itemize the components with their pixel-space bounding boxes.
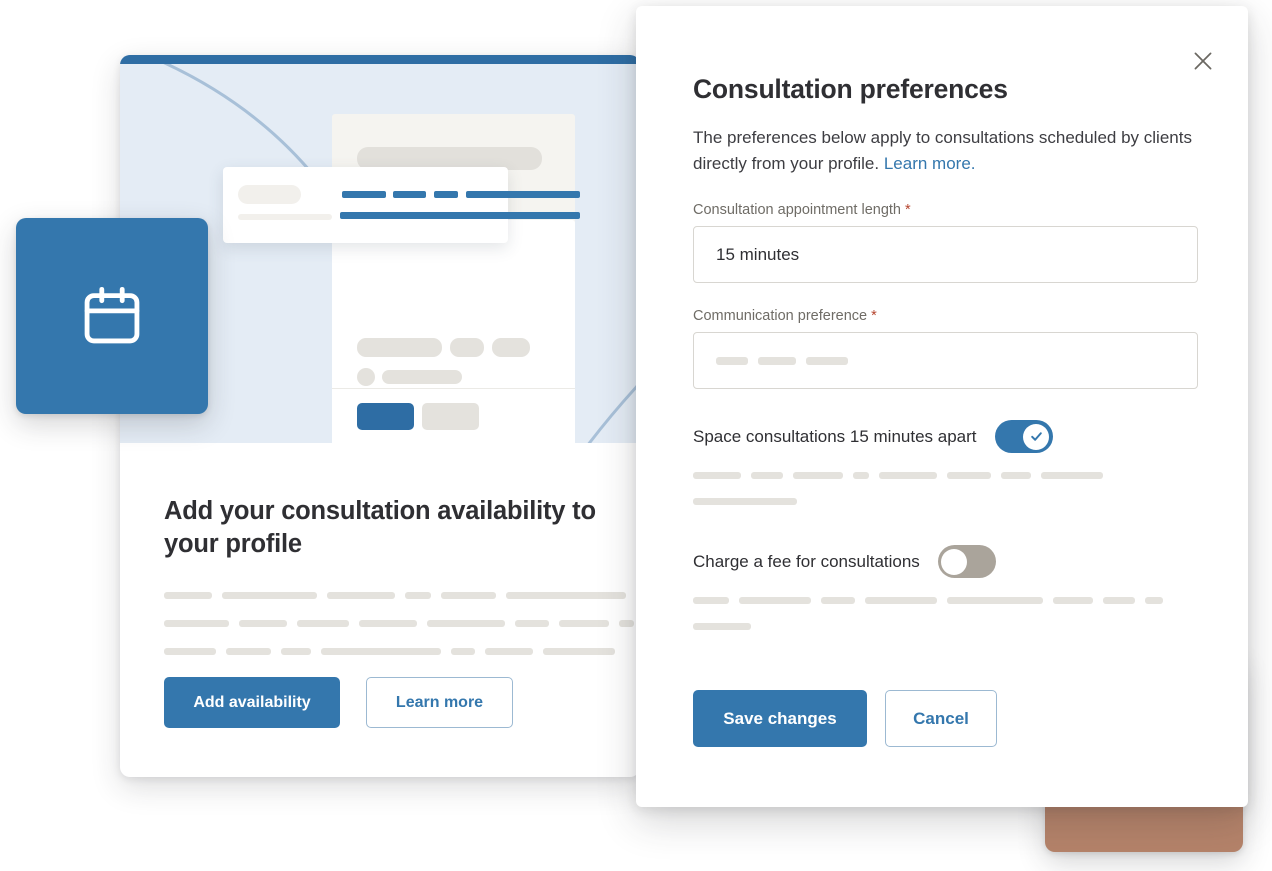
learn-more-button[interactable]: Learn more xyxy=(366,677,513,728)
promo-card-title: Add your consultation availability to yo… xyxy=(164,497,596,559)
cancel-button[interactable]: Cancel xyxy=(885,690,997,747)
promo-card-body: Add your consultation availability to yo… xyxy=(120,443,640,670)
skeleton-pill xyxy=(357,338,442,357)
toggle-knob xyxy=(941,548,968,575)
skeleton-pill xyxy=(450,338,484,357)
promo-card: Add your consultation availability to yo… xyxy=(120,55,640,777)
promo-card-actions: Add availability Learn more xyxy=(164,677,513,728)
toggle-row-charge-fee: Charge a fee for consultations xyxy=(693,545,1200,579)
skeleton-bar xyxy=(342,191,386,198)
modal-content: Consultation preferences The preferences… xyxy=(693,74,1200,639)
toggle-knob xyxy=(1023,423,1050,450)
communication-preference-input[interactable] xyxy=(693,332,1198,390)
illustration-secondary-button xyxy=(422,403,479,430)
required-asterisk: * xyxy=(867,308,877,325)
consultation-length-value: 15 minutes xyxy=(716,244,800,264)
illustration-primary-button xyxy=(357,403,414,430)
space-consultations-toggle[interactable] xyxy=(994,420,1053,454)
field-label: Communication preference * xyxy=(693,308,1200,324)
skeleton-bar xyxy=(393,191,426,198)
toggle-label: Charge a fee for consultations xyxy=(693,551,920,571)
field-label-text: Communication preference xyxy=(693,308,868,325)
save-changes-button[interactable]: Save changes xyxy=(693,690,867,747)
space-consultations-hint-skeleton xyxy=(693,472,1198,514)
learn-more-link[interactable]: Learn more. xyxy=(884,154,976,173)
close-icon xyxy=(1194,52,1212,70)
skeleton-placeholder xyxy=(716,356,1175,365)
field-consultation-length: Consultation appointment length * 15 min… xyxy=(693,202,1200,284)
consultation-preferences-modal: Consultation preferences The preferences… xyxy=(636,6,1248,807)
modal-title: Consultation preferences xyxy=(693,74,1008,104)
charge-fee-toggle[interactable] xyxy=(937,545,996,579)
illustration-lower-panel xyxy=(332,220,575,443)
skeleton-pill xyxy=(238,185,301,204)
field-communication-preference: Communication preference * xyxy=(693,308,1200,390)
illustration-floating-card xyxy=(223,167,580,243)
field-label-text: Consultation appointment length xyxy=(693,202,901,219)
toggle-label: Space consultations 15 minutes apart xyxy=(693,426,977,446)
check-icon xyxy=(1030,432,1042,442)
promo-card-accent-bar xyxy=(120,55,640,64)
skeleton-bar xyxy=(466,191,580,198)
illustration-divider xyxy=(332,388,575,389)
modal-description: The preferences below apply to consultat… xyxy=(693,125,1198,178)
skeleton-pill xyxy=(382,370,462,384)
add-availability-button[interactable]: Add availability xyxy=(164,677,340,728)
modal-actions: Save changes Cancel xyxy=(693,690,997,747)
calendar-tile xyxy=(16,218,208,414)
skeleton-bar xyxy=(340,212,580,219)
calendar-icon xyxy=(84,286,140,344)
skeleton-dot xyxy=(357,368,375,386)
required-asterisk: * xyxy=(900,202,911,219)
skeleton-bar xyxy=(434,191,458,198)
toggle-row-space-consultations: Space consultations 15 minutes apart xyxy=(693,420,1200,454)
charge-fee-hint-skeleton xyxy=(693,597,1198,639)
skeleton-pill xyxy=(492,338,530,357)
promo-card-skeleton-text xyxy=(164,592,634,670)
screenshot-stage: Add your consultation availability to yo… xyxy=(0,0,1272,871)
skeleton-bar xyxy=(238,214,332,220)
field-label: Consultation appointment length * xyxy=(693,202,1200,218)
consultation-length-input[interactable]: 15 minutes xyxy=(693,226,1198,284)
